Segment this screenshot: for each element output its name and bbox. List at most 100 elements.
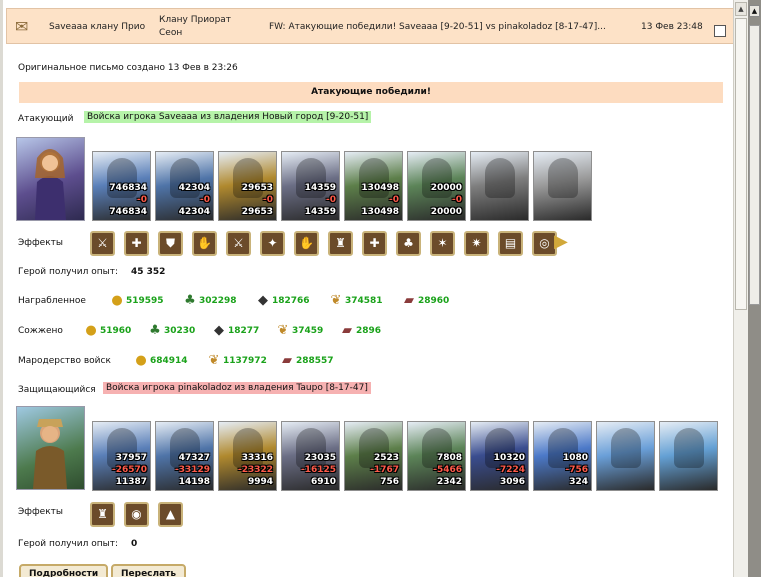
effect-icon[interactable]: ♜ [90, 502, 115, 527]
effect-icon[interactable]: ♜ [328, 231, 353, 256]
effect-icon[interactable]: ▤ [498, 231, 523, 256]
unit-card[interactable]: 20000 -0 20000 [407, 151, 466, 221]
defender-exp-label: Герой получил опыт: [18, 539, 118, 549]
unit-card[interactable]: 130498 -0 130498 [344, 151, 403, 221]
unit-count-mid: -23322 [237, 465, 273, 475]
effect-icon[interactable]: ✶ [430, 231, 455, 256]
unit-card[interactable]: 2523 -1767 756 [344, 421, 403, 491]
clay-icon: ▰ [342, 323, 352, 338]
unit-count-top: 23035 [304, 453, 336, 463]
unit-card[interactable]: 47327 -33129 14198 [155, 421, 214, 491]
effect-icon[interactable]: ▲ [158, 502, 183, 527]
unit-count-mid: -7224 [496, 465, 525, 475]
unit-count-mid: -0 [452, 195, 462, 205]
unit-count-bottom: 14359 [304, 207, 336, 217]
defender-exp-value: 0 [131, 539, 138, 549]
hero-figure-icon [35, 149, 66, 220]
attacker-effects-label: Эффекты [18, 238, 63, 248]
effect-icon[interactable]: ♣ [396, 231, 421, 256]
effect-icon[interactable]: ✦ [260, 231, 285, 256]
resource-value: 18277 [228, 326, 260, 336]
effect-icon[interactable]: ⚔ [226, 231, 251, 256]
unit-figure-icon [548, 158, 578, 198]
message-panel: ✉ Saveaaa клану Прио Клану Приорат Сеон … [3, 0, 734, 577]
wood-icon: ♣ [184, 293, 196, 308]
scroll-up-icon[interactable]: ▲ [735, 2, 747, 16]
effect-icon[interactable]: ◉ [124, 502, 149, 527]
grain-icon: ❦ [330, 293, 342, 308]
original-note: Оригинальное письмо создано 13 Фев в 23:… [18, 63, 238, 73]
resource-value: 288557 [296, 356, 334, 366]
unit-count-mid: -16125 [300, 465, 336, 475]
outer-scroll-thumb[interactable] [749, 25, 760, 305]
battle-result-banner: Атакующие победили! [19, 82, 723, 103]
unit-card[interactable] [533, 151, 592, 221]
unit-count-bottom: 9994 [247, 477, 273, 487]
unit-count-top: 746834 [109, 183, 147, 193]
resource-value: 302298 [199, 296, 237, 306]
outer-scroll-up-icon[interactable]: ▲ [749, 5, 760, 17]
unit-count-top: 42304 [178, 183, 210, 193]
unit-count-top: 37957 [115, 453, 147, 463]
unit-card[interactable]: 23035 -16125 6910 [281, 421, 340, 491]
unit-count-mid: -0 [200, 195, 210, 205]
unit-card[interactable] [470, 151, 529, 221]
unit-card[interactable] [596, 421, 655, 491]
unit-card[interactable]: 37957 -26570 11387 [92, 421, 151, 491]
unit-count-bottom: 2342 [436, 477, 462, 487]
envelope-icon: ✉ [15, 17, 29, 36]
burned-label: Сожжено [18, 326, 63, 336]
resource-value: 30230 [164, 326, 196, 336]
effects-scroll-arrow-icon[interactable]: ▶ [554, 231, 568, 252]
resource-value: 684914 [150, 356, 188, 366]
subject[interactable]: FW: Атакующие победили! Saveaaa [9-20-51… [269, 22, 606, 32]
unit-count-bottom: 324 [569, 477, 588, 487]
resource-value: 374581 [345, 296, 383, 306]
unit-count-mid: -26570 [111, 465, 147, 475]
unit-card[interactable]: 29653 -0 29653 [218, 151, 277, 221]
attacker-exp-value: 45 352 [131, 267, 166, 277]
effect-icon[interactable]: ✚ [124, 231, 149, 256]
defender-hero-portrait[interactable] [16, 406, 85, 490]
effect-icon[interactable]: ⚔ [90, 231, 115, 256]
grain-icon: ❦ [277, 323, 289, 338]
clay-icon: ▰ [404, 293, 414, 308]
resource-value: 519595 [126, 296, 164, 306]
ore-icon: ◆ [258, 293, 268, 308]
content-scrollbar[interactable]: ▲ [733, 0, 748, 577]
effect-icon[interactable]: ✋ [192, 231, 217, 256]
unit-card[interactable] [659, 421, 718, 491]
unit-count-mid: -0 [326, 195, 336, 205]
looted-label: Награбленное [18, 296, 86, 306]
unit-figure-icon [611, 428, 641, 468]
unit-card[interactable]: 42304 -0 42304 [155, 151, 214, 221]
outer-scrollbar[interactable]: ▲ [748, 0, 761, 577]
attacker-hero-portrait[interactable] [16, 137, 85, 221]
unit-card[interactable]: 33316 -23322 9994 [218, 421, 277, 491]
unit-card[interactable]: 1080 -756 324 [533, 421, 592, 491]
effect-icon[interactable]: ⛊ [158, 231, 183, 256]
select-checkbox[interactable] [714, 25, 726, 37]
unit-count-mid: -5466 [433, 465, 462, 475]
unit-count-bottom: 130498 [361, 207, 399, 217]
effect-icon[interactable]: ✚ [362, 231, 387, 256]
forward-button[interactable]: Переслать [111, 564, 187, 577]
scroll-thumb[interactable] [735, 18, 747, 310]
details-button[interactable]: Подробности [19, 564, 109, 577]
unit-card[interactable]: 746834 -0 746834 [92, 151, 151, 221]
defender-army: Войска игрока pinakoladoz из владения Ta… [103, 382, 371, 394]
unit-card[interactable]: 14359 -0 14359 [281, 151, 340, 221]
unit-count-bottom: 42304 [178, 207, 210, 217]
message-header[interactable]: ✉ Saveaaa клану Прио Клану Приорат Сеон … [6, 8, 733, 44]
unit-count-top: 2523 [373, 453, 399, 463]
unit-count-top: 29653 [241, 183, 273, 193]
unit-card[interactable]: 10320 -7224 3096 [470, 421, 529, 491]
unit-card[interactable]: 7808 -5466 2342 [407, 421, 466, 491]
unit-count-mid: -0 [137, 195, 147, 205]
effect-icon[interactable]: ✷ [464, 231, 489, 256]
attacker-army: Войска игрока Saveaaa из владения Новый … [84, 111, 372, 123]
effect-icon[interactable]: ✋ [294, 231, 319, 256]
gold-icon: ● [111, 293, 123, 308]
recipient-line1: Клану Приорат [159, 15, 232, 25]
clay-icon: ▰ [282, 353, 292, 368]
